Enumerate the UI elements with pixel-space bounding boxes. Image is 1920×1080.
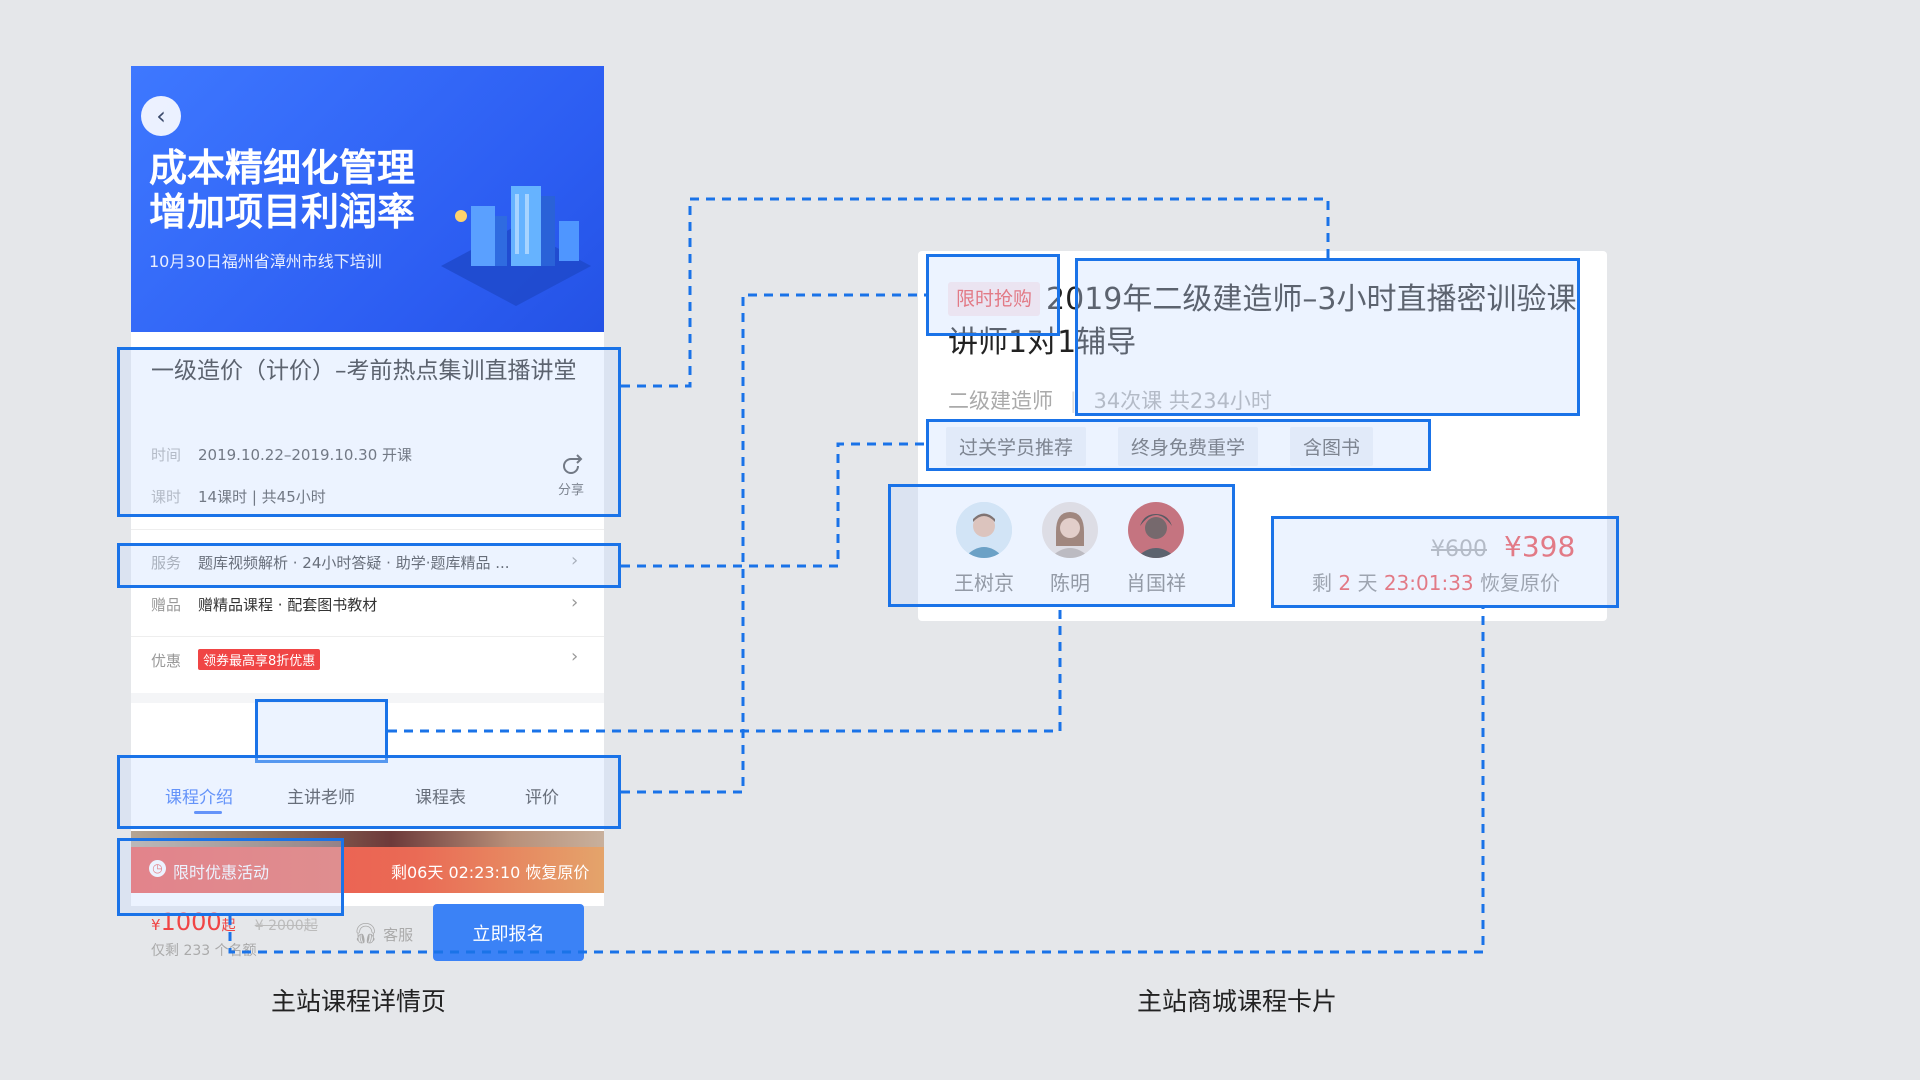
gift-label: 赠品 xyxy=(151,596,182,614)
enroll-button[interactable]: 立即报名 xyxy=(433,904,584,961)
banner-title-line1: 成本精细化管理 xyxy=(149,146,416,190)
highlight-card-price xyxy=(1271,516,1619,608)
course-banner: ‹ 成本精细化管理 增加项目利润率 10月30日福州省漳州市线下培训 xyxy=(131,66,604,332)
headset-icon: 🎧︎ xyxy=(353,921,379,945)
price-suffix: 起 xyxy=(221,918,236,934)
chevron-right-icon: › xyxy=(571,646,579,667)
right-caption: 主站商城课程卡片 xyxy=(1137,987,1338,1016)
customer-service-label: 客服 xyxy=(383,926,414,944)
highlight-card-tags xyxy=(926,419,1431,471)
card-category: 二级建造师 xyxy=(948,389,1053,413)
highlight-promo-bar xyxy=(117,755,621,829)
divider xyxy=(131,636,604,637)
highlight-teachers-tab xyxy=(255,699,388,763)
banner-title-line2: 增加项目利润率 xyxy=(149,190,416,234)
highlight-card-title xyxy=(1075,258,1580,416)
currency-symbol: ¥ xyxy=(151,916,161,934)
chevron-right-icon: › xyxy=(571,592,579,613)
promo-countdown: 剩06天 02:23:10 恢复原价 xyxy=(391,863,590,882)
banner-title: 成本精细化管理 增加项目利润率 xyxy=(149,146,449,234)
banner-subtitle: 10月30日福州省漳州市线下培训 xyxy=(149,252,382,271)
customer-service-button[interactable]: 🎧︎ 客服 xyxy=(353,921,413,945)
old-price: ¥ 2000起 xyxy=(254,918,318,934)
remaining-seats: 仅剩 233 个名额 xyxy=(151,943,257,959)
gift-value: 赠精品课程 · 配套图书教材 xyxy=(198,596,378,614)
highlight-teachers xyxy=(888,484,1235,607)
highlight-price xyxy=(117,838,344,916)
discount-row[interactable]: 优惠 领券最高享8折优惠 › xyxy=(131,642,604,676)
highlight-course-title xyxy=(117,347,621,517)
highlight-service-row xyxy=(117,543,621,588)
left-caption: 主站课程详情页 xyxy=(271,987,447,1016)
gift-row[interactable]: 赠品 赠精品课程 · 配套图书教材 › xyxy=(131,588,604,622)
discount-label: 优惠 xyxy=(151,652,182,670)
chevron-left-icon: ‹ xyxy=(156,102,166,130)
divider xyxy=(131,529,604,530)
highlight-flash-tag xyxy=(926,254,1060,336)
back-button[interactable]: ‹ xyxy=(141,96,181,136)
city-illustration-icon xyxy=(441,186,591,306)
coupon-badge[interactable]: 领券最高享8折优惠 xyxy=(198,649,321,670)
